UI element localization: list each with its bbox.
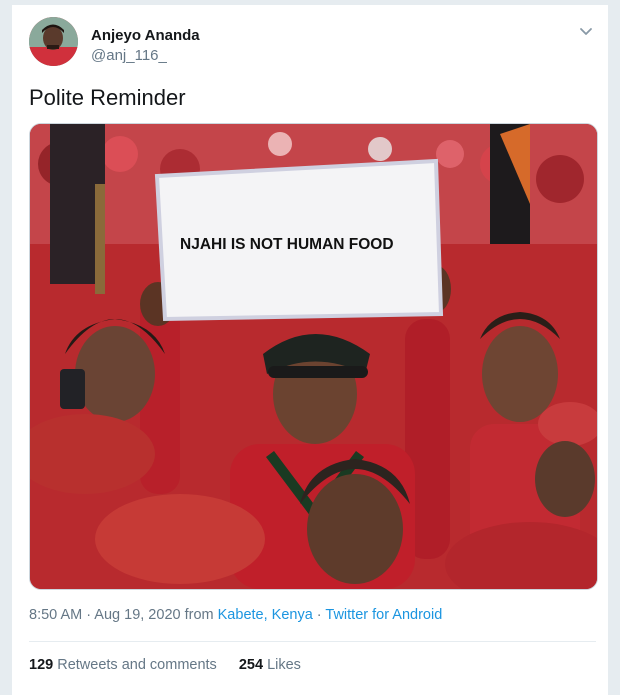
meta-from-label: from — [180, 607, 218, 623]
tweet-time[interactable]: 8:50 AM — [29, 607, 82, 623]
avatar-image — [29, 17, 78, 66]
tweet-location-link[interactable]: Kabete, Kenya — [218, 607, 313, 623]
tweet-text: Polite Reminder — [29, 85, 186, 110]
meta-separator: · — [82, 607, 95, 623]
tweet-source-link[interactable]: Twitter for Android — [325, 607, 442, 623]
divider — [29, 641, 596, 642]
tweet-date[interactable]: Aug 19, 2020 — [94, 607, 180, 623]
tweet-header: Anjeyo Ananda @anj_116_ — [29, 17, 597, 67]
author-handle[interactable]: @anj_116_ — [91, 47, 167, 64]
tweet-meta: 8:50 AM · Aug 19, 2020 from Kabete, Keny… — [29, 607, 442, 623]
likes-label: Likes — [263, 657, 301, 673]
likes-count: 254 — [238, 657, 264, 673]
tweet-card: Anjeyo Ananda @anj_116_ Polite Reminder — [11, 5, 609, 695]
tweet-stats: 129 Retweets and comments 254 Likes — [29, 657, 319, 673]
likes-stat[interactable]: 254 Likes — [239, 657, 301, 673]
crowd-photo: NJAHI IS NOT HUMAN FOOD — [30, 124, 597, 589]
tweet-photo[interactable]: NJAHI IS NOT HUMAN FOOD — [29, 123, 598, 590]
retweets-label: Retweets and comments — [53, 657, 217, 673]
meta-separator: · — [312, 607, 326, 623]
sign-text: NJAHI IS NOT HUMAN FOOD — [180, 236, 394, 253]
chevron-down-icon[interactable] — [577, 23, 595, 41]
retweets-count: 129 — [29, 657, 54, 673]
retweets-stat[interactable]: 129 Retweets and comments — [29, 657, 217, 673]
author-display-name[interactable]: Anjeyo Ananda — [91, 27, 200, 44]
avatar[interactable] — [29, 17, 78, 66]
